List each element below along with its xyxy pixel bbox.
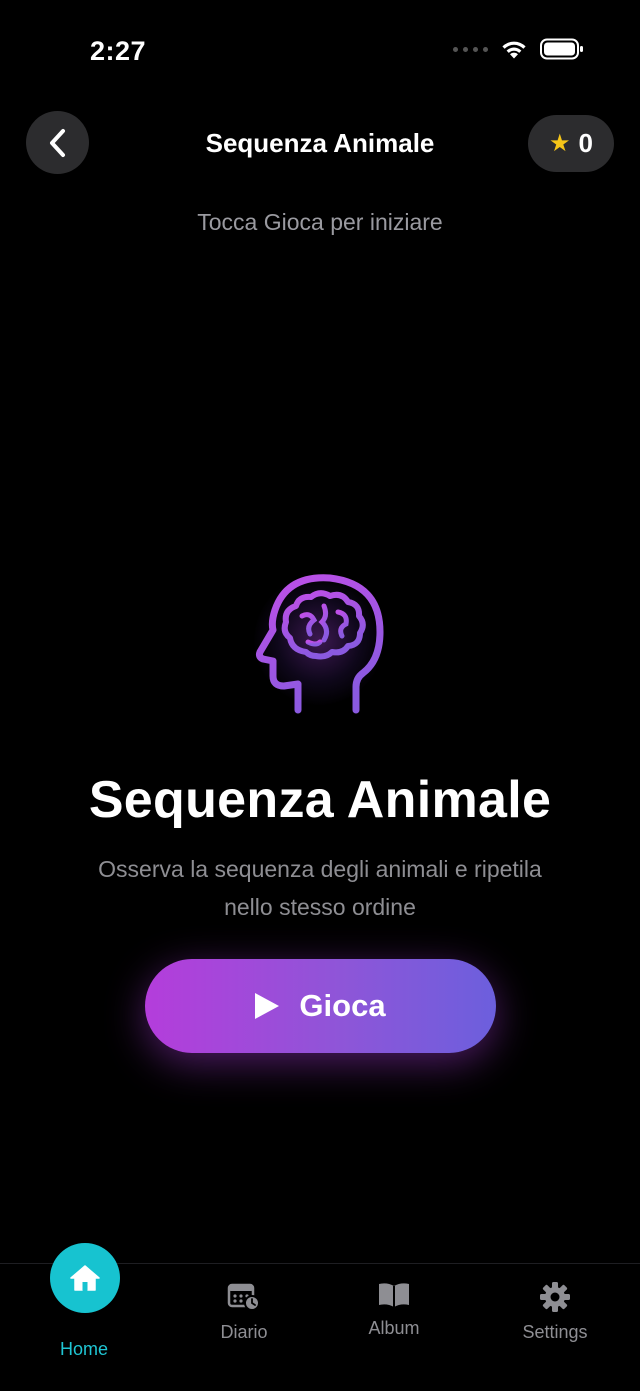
score-badge[interactable]: ★ 0 xyxy=(528,115,614,172)
score-value: 0 xyxy=(578,128,593,158)
book-icon xyxy=(379,1283,409,1307)
gear-icon xyxy=(540,1282,570,1312)
status-bar: 2:27 xyxy=(0,0,640,100)
star-icon: ★ xyxy=(549,129,571,157)
tab-diario[interactable]: Diario xyxy=(164,1281,324,1343)
play-button[interactable]: Gioca xyxy=(145,959,496,1053)
play-button-label: Gioca xyxy=(299,988,386,1023)
tab-label-diario: Diario xyxy=(220,1322,268,1342)
calendar-clock-icon xyxy=(227,1283,260,1311)
tab-settings[interactable]: Settings xyxy=(475,1281,635,1343)
wifi-icon xyxy=(502,41,526,59)
battery-icon xyxy=(540,38,583,60)
status-icons xyxy=(453,38,584,60)
tab-label-settings: Settings xyxy=(522,1322,588,1342)
nav-header: Sequenza Animale ★ 0 xyxy=(0,110,640,176)
tab-album[interactable]: Album xyxy=(314,1281,474,1339)
tab-label-home: Home xyxy=(59,1339,108,1359)
play-icon xyxy=(255,993,280,1019)
status-time: 2:27 xyxy=(90,36,147,66)
start-hint: Tocca Gioca per iniziare xyxy=(197,209,443,235)
game-description: Osserva la sequenza degli animali e ripe… xyxy=(98,856,542,920)
home-button[interactable] xyxy=(50,1243,120,1313)
cellular-signal-icon xyxy=(453,46,488,52)
brain-head-icon xyxy=(244,560,396,720)
home-icon xyxy=(70,1265,100,1291)
tab-bar: Home Diario Album Settings xyxy=(0,1243,640,1391)
tab-label-album: Album xyxy=(368,1318,420,1338)
game-title: Sequenza Animale xyxy=(88,771,552,829)
